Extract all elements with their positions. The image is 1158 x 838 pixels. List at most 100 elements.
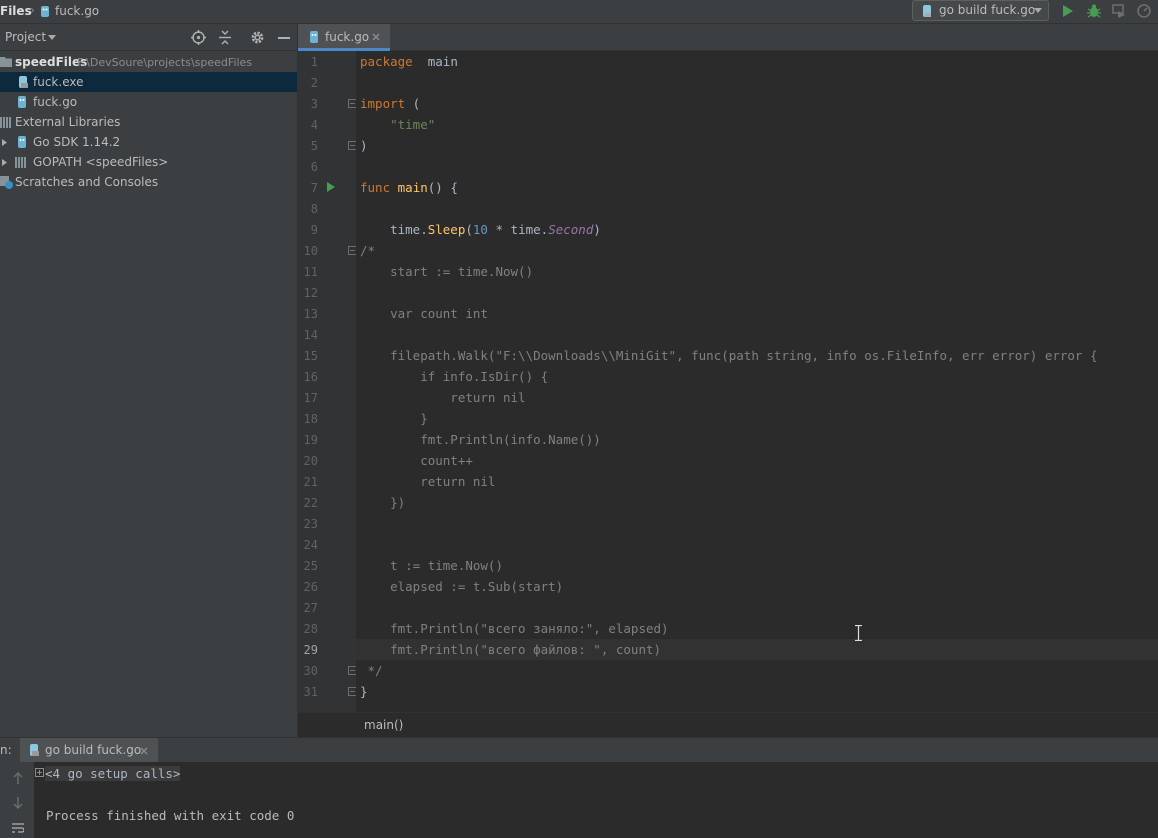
tree-item-fuck-exe[interactable]: fuck.exe	[0, 72, 297, 92]
code-line: if info.IsDir() {	[360, 366, 548, 387]
tree-item-fuck-go[interactable]: fuck.go	[0, 92, 297, 112]
code-token: package	[360, 54, 413, 69]
file-exe-icon	[17, 75, 29, 89]
run-with-coverage-button[interactable]	[1111, 3, 1127, 19]
project-path: F:\DevSoure\projects\speedFiles	[77, 56, 253, 69]
tab-fuck-go[interactable]: fuck.go	[298, 24, 390, 51]
code-line: count++	[360, 450, 473, 471]
arrow-down-icon[interactable]	[13, 797, 23, 809]
line-number: 10	[303, 244, 318, 258]
code-token: t := time.Now()	[360, 558, 503, 573]
library-icon	[0, 116, 12, 128]
soft-wrap-icon[interactable]	[12, 823, 24, 835]
run-button[interactable]	[1062, 4, 1074, 18]
code-token: (	[465, 222, 473, 237]
tree-item-scratches[interactable]: Scratches and Consoles	[0, 172, 297, 192]
code-editor[interactable]: package main import ( "time") func main() …	[356, 51, 1158, 712]
tree-item-label: fuck.exe	[33, 75, 84, 89]
profiler-button[interactable]	[1136, 3, 1152, 19]
setup-calls-fold[interactable]: <4 go setup calls>	[45, 766, 181, 781]
chevron-right-icon[interactable]	[2, 139, 7, 146]
line-number: 31	[303, 685, 318, 699]
code-token: start := time.Now()	[360, 264, 534, 279]
code-token: return nil	[360, 390, 526, 405]
tree-item-speedfiles[interactable]: speedFiles F:\DevSoure\projects\speedFil…	[0, 52, 297, 72]
code-line: t := time.Now()	[360, 555, 503, 576]
expand-icon[interactable]	[35, 768, 44, 777]
tree-item-label: GOPATH <speedFiles>	[33, 155, 169, 169]
line-number: 16	[303, 370, 318, 384]
run-tab[interactable]: go build fuck.go	[20, 738, 158, 763]
editor-tab-bar: fuck.go	[298, 24, 1158, 51]
line-number: 14	[303, 328, 318, 342]
run-config-label: go build fuck.go	[939, 3, 1036, 17]
go-build-icon	[28, 743, 40, 757]
code-token: elapsed := t.Sub(start)	[360, 579, 564, 594]
tree-item-external-libraries[interactable]: External Libraries	[0, 112, 297, 132]
tree-item-label: fuck.go	[33, 95, 78, 109]
code-token: fmt.Println(info.Name())	[360, 432, 601, 447]
code-line: fmt.Println(info.Name())	[360, 429, 601, 450]
locate-file-icon[interactable]	[191, 30, 206, 45]
editor-gutter[interactable]: 1 2 3 4 5 6 7 8 9 10 11 12 13 14 15 16 17 18 19 20 21 22 23 24 2…	[298, 51, 357, 712]
tree-item-go-sdk[interactable]: Go SDK 1.14.2	[0, 132, 297, 152]
run-gutter-icon[interactable]	[327, 182, 335, 192]
line-number: 12	[303, 286, 318, 300]
run-toolbar	[0, 762, 34, 838]
text-cursor-icon	[855, 625, 862, 641]
code-line: start := time.Now()	[360, 261, 533, 282]
chevron-down-icon[interactable]	[48, 35, 56, 40]
line-number: 2	[310, 76, 318, 90]
arrow-up-icon[interactable]	[13, 772, 23, 784]
line-number: 1	[310, 55, 318, 69]
code-line: */	[360, 660, 383, 681]
code-token: */	[360, 663, 383, 678]
code-token: )	[593, 222, 601, 237]
line-number: 13	[303, 307, 318, 321]
tree-item-gopath[interactable]: GOPATH <speedFiles>	[0, 152, 297, 172]
code-token: var count int	[360, 306, 488, 321]
line-number: 21	[303, 475, 318, 489]
code-line: }	[360, 408, 428, 429]
run-tab-label: go build fuck.go	[45, 743, 142, 757]
breadcrumb-function[interactable]: main()	[364, 718, 403, 732]
line-number: 24	[303, 538, 318, 552]
code-line: func main() {	[360, 177, 458, 198]
code-token: fmt.Println("всего заняло:", elapsed)	[360, 621, 669, 636]
breadcrumb-file[interactable]: fuck.go	[55, 4, 99, 18]
code-token: main	[397, 180, 428, 195]
code-line: }	[360, 681, 368, 702]
debug-button[interactable]	[1086, 3, 1102, 19]
code-line: })	[360, 492, 405, 513]
line-number: 22	[303, 496, 318, 510]
project-view-select[interactable]: Project	[5, 30, 46, 44]
code-line: time.Sleep(10 * time.Second)	[360, 219, 601, 240]
gear-icon[interactable]	[250, 30, 265, 45]
line-number: 3	[310, 97, 318, 111]
code-line: var count int	[360, 303, 488, 324]
go-file-icon	[40, 4, 50, 18]
code-token: }	[360, 411, 428, 426]
tree-item-label: Go SDK 1.14.2	[33, 135, 121, 149]
breadcrumb-project[interactable]: Files	[0, 4, 32, 18]
editor-breadcrumb-bar: main()	[298, 712, 1158, 737]
collapse-all-icon[interactable]	[218, 30, 232, 45]
line-number: 23	[303, 517, 318, 531]
line-number: 5	[310, 139, 318, 153]
close-icon[interactable]	[372, 33, 380, 41]
navigation-bar: Files › fuck.go go build fuck.go	[0, 0, 1158, 24]
code-line: import (	[360, 93, 420, 114]
code-token: count++	[360, 453, 473, 468]
code-token: Sleep	[427, 222, 466, 237]
code-line: elapsed := t.Sub(start)	[360, 576, 563, 597]
run-configuration-select[interactable]: go build fuck.go	[912, 0, 1049, 21]
close-icon[interactable]	[140, 747, 148, 755]
line-number: 18	[303, 412, 318, 426]
line-number: 17	[303, 391, 318, 405]
hide-panel-icon[interactable]	[278, 37, 290, 39]
code-token: return nil	[360, 474, 496, 489]
chevron-right-icon[interactable]	[2, 159, 7, 166]
go-file-icon	[309, 30, 319, 44]
project-tree: speedFiles F:\DevSoure\projects\speedFil…	[0, 51, 297, 737]
run-console[interactable]: <4 go setup calls> Process finished with…	[34, 762, 1158, 838]
